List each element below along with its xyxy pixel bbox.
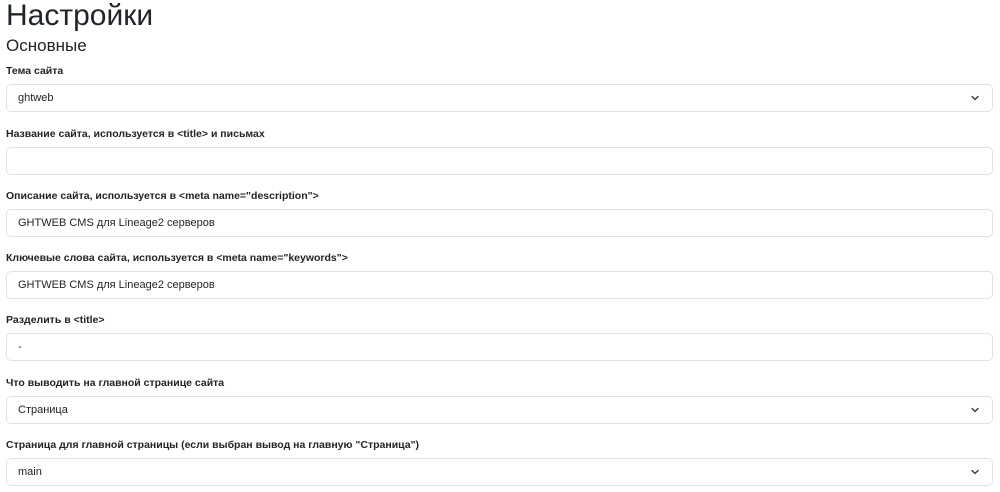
home-output-select[interactable]: Страница xyxy=(6,396,993,424)
site-name-label: Название сайта, используется в <title> и… xyxy=(6,128,265,140)
home-page-label: Страница для главной страницы (если выбр… xyxy=(6,439,420,451)
chevron-down-icon xyxy=(970,405,980,415)
chevron-down-icon xyxy=(970,467,980,477)
site-name-input[interactable] xyxy=(6,147,993,175)
keywords-input[interactable] xyxy=(6,271,993,299)
theme-select-value: ghtweb xyxy=(18,92,54,104)
theme-select[interactable]: ghtweb xyxy=(6,84,993,112)
description-input[interactable] xyxy=(6,209,993,237)
title-separator-input[interactable] xyxy=(6,333,993,361)
page-title: Настройки xyxy=(6,0,154,32)
home-page-select[interactable]: main xyxy=(6,458,993,486)
home-output-select-value: Страница xyxy=(18,404,68,416)
settings-page: Настройки Основные Тема сайта ghtweb Наз… xyxy=(0,0,1000,492)
home-output-label: Что выводить на главной странице сайта xyxy=(6,377,225,389)
chevron-down-icon xyxy=(970,93,980,103)
home-page-select-value: main xyxy=(18,466,42,478)
title-separator-label: Разделить в <title> xyxy=(6,314,105,326)
keywords-label: Ключевые слова сайта, используется в <me… xyxy=(6,252,348,264)
section-title: Основные xyxy=(6,36,87,55)
description-label: Описание сайта, используется в <meta nam… xyxy=(6,190,319,202)
theme-label: Тема сайта xyxy=(6,65,64,77)
